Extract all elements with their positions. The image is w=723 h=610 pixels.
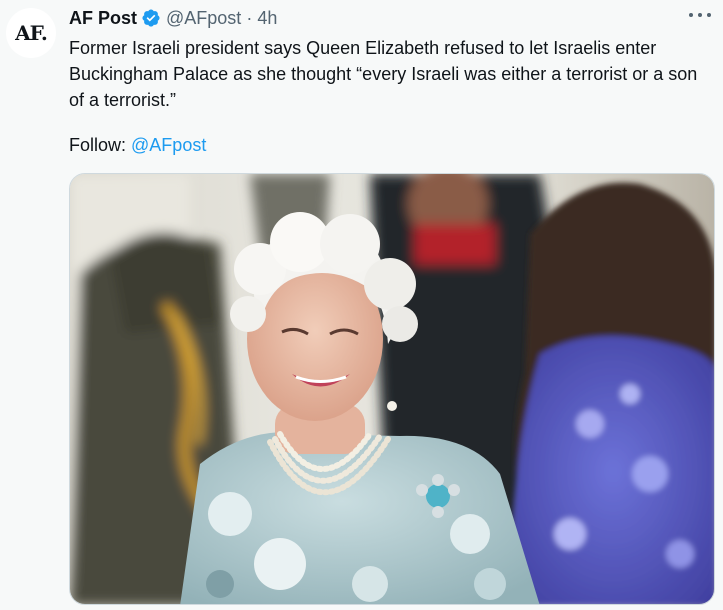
tweet-header: AF Post @AFpost · 4h — [69, 6, 277, 30]
timestamp[interactable]: 4h — [257, 8, 277, 29]
tweet[interactable]: AF. AF Post @AFpost · 4h Former Israeli … — [0, 0, 723, 610]
separator-dot: · — [246, 7, 253, 28]
verified-badge-icon — [141, 8, 161, 28]
follow-label: Follow: — [69, 135, 127, 155]
follow-mention-link[interactable]: @AFpost — [131, 135, 206, 155]
avatar[interactable]: AF. — [6, 8, 56, 58]
author-handle[interactable]: @AFpost — [166, 8, 241, 29]
more-horizontal-icon[interactable] — [687, 4, 713, 26]
author-name[interactable]: AF Post — [69, 8, 137, 29]
tweet-photo[interactable] — [69, 173, 715, 605]
tweet-body: Former Israeli president says Queen Eliz… — [69, 38, 698, 110]
tweet-text: Former Israeli president says Queen Eliz… — [69, 35, 714, 113]
follow-line: Follow: @AFpost — [69, 132, 206, 158]
